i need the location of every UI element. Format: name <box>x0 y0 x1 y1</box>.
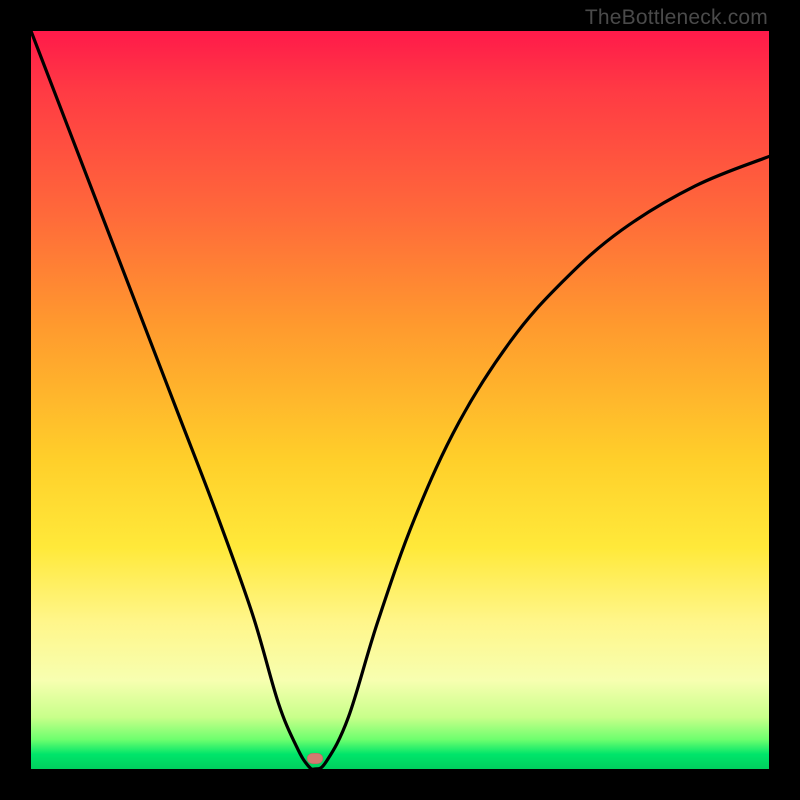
optimal-point-marker <box>307 753 323 764</box>
curve-svg <box>31 31 769 769</box>
chart-stage: TheBottleneck.com <box>0 0 800 800</box>
plot-area <box>31 31 769 769</box>
attribution-label: TheBottleneck.com <box>585 6 768 30</box>
bottleneck-curve-path <box>31 31 769 769</box>
